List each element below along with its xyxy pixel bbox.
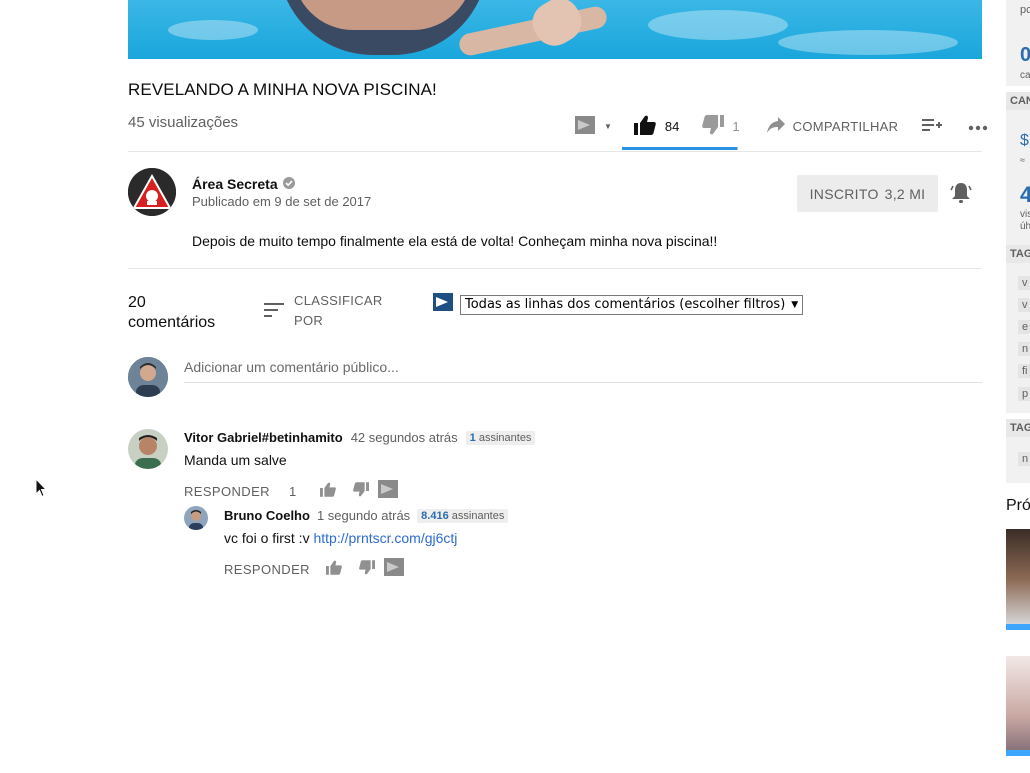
subscribe-label: INSCRITO bbox=[809, 185, 879, 202]
comment-header: Bruno Coelho 1 segundo atrás 8.416 assin… bbox=[224, 508, 509, 523]
thumbnail-progress bbox=[1006, 750, 1030, 756]
divider bbox=[128, 268, 982, 269]
share-icon[interactable] bbox=[766, 116, 785, 136]
share-button[interactable]: COMPARTILHAR bbox=[793, 119, 899, 134]
extension-flag-icon[interactable] bbox=[383, 558, 404, 581]
sidebar-text: vis bbox=[1020, 209, 1030, 220]
comment-avatar[interactable] bbox=[128, 429, 168, 469]
comment-time[interactable]: 1 segundo atrás bbox=[317, 508, 410, 523]
channel-avatar[interactable] bbox=[128, 168, 176, 216]
comment-count-label: comentários bbox=[128, 314, 216, 331]
filter-select[interactable]: Todas as linhas dos comentários (escolhe… bbox=[460, 294, 804, 315]
user-avatar bbox=[128, 357, 168, 397]
comment-time[interactable]: 42 segundos atrás bbox=[351, 430, 458, 445]
subscriber-badge: 8.416 assinantes bbox=[417, 508, 509, 523]
up-next-thumbnail[interactable] bbox=[1006, 656, 1030, 756]
mouse-cursor-icon bbox=[35, 477, 48, 503]
video-description: Depois de muito tempo finalmente ela est… bbox=[192, 233, 718, 249]
extension-flag-icon[interactable] bbox=[575, 115, 595, 137]
comment-count-number: 20 bbox=[128, 294, 146, 311]
comment-filter: Todas as linhas dos comentários (escolhe… bbox=[433, 293, 804, 316]
sidebar-tag[interactable]: v bbox=[1018, 298, 1030, 312]
sidebar-text: CAN bbox=[1010, 95, 1030, 107]
verified-icon bbox=[282, 176, 295, 192]
subscriber-badge-label: assinantes bbox=[451, 509, 505, 522]
sidebar-tag[interactable]: v bbox=[1018, 276, 1030, 290]
dropdown-arrow-icon: ▼ bbox=[791, 299, 799, 310]
comment-text-body: vc foi o first :v bbox=[224, 530, 310, 546]
thumbnail-progress bbox=[1006, 624, 1030, 630]
reply-button[interactable]: RESPONDER bbox=[184, 484, 270, 499]
like-count: 84 bbox=[664, 118, 680, 134]
sidebar-tag[interactable]: n bbox=[1018, 342, 1030, 356]
comment-author[interactable]: Vitor Gabriel#betinhamito bbox=[184, 430, 343, 445]
sort-by-button[interactable]: CLASSIFICAR POR bbox=[264, 291, 383, 331]
sidebar-tag[interactable]: e bbox=[1018, 320, 1030, 334]
notification-bell-icon[interactable] bbox=[949, 181, 973, 210]
comment-avatar[interactable] bbox=[184, 506, 208, 530]
sort-label-2: POR bbox=[294, 313, 324, 328]
subscriber-badge-count: 1 bbox=[469, 431, 476, 444]
sidebar-text: ca bbox=[1020, 70, 1030, 81]
extension-flag-icon bbox=[433, 293, 453, 316]
video-actions: ▼ 84 1 COMPARTILHAR bbox=[570, 112, 988, 140]
subscribe-button[interactable]: INSCRITO 3,2 MI bbox=[797, 175, 938, 212]
comment-text: vc foi o first :v http://prntscr.com/gj6… bbox=[224, 530, 457, 546]
up-next-thumbnail[interactable] bbox=[1006, 529, 1030, 630]
sidebar-tag[interactable]: p bbox=[1018, 387, 1030, 401]
thumbs-up-icon[interactable] bbox=[325, 560, 342, 580]
view-count: 45 visualizações bbox=[128, 114, 239, 131]
comment-count: 20 comentários bbox=[128, 293, 238, 333]
sidebar-text: 4 bbox=[1020, 182, 1030, 207]
thumbs-down-icon[interactable] bbox=[702, 114, 725, 138]
sidebar-text: $ bbox=[1020, 132, 1029, 149]
sort-icon bbox=[264, 291, 284, 331]
sort-label-1: CLASSIFICAR bbox=[294, 293, 383, 308]
caret-down-icon[interactable]: ▼ bbox=[604, 122, 612, 131]
add-comment-underline bbox=[184, 382, 982, 383]
dislike-count: 1 bbox=[732, 118, 740, 134]
sidebar-text: 0 bbox=[1020, 44, 1030, 66]
sidebar-text: TAG bbox=[1010, 248, 1030, 260]
sidebar-tag[interactable]: n bbox=[1018, 452, 1030, 466]
thumbs-up-icon[interactable] bbox=[319, 482, 336, 502]
extension-flag-icon[interactable] bbox=[377, 480, 398, 503]
subscriber-count: 3,2 MI bbox=[884, 185, 926, 202]
thumbs-down-icon[interactable] bbox=[359, 559, 375, 580]
comment-like-count: 1 bbox=[288, 484, 297, 499]
filter-select-value: Todas as linhas dos comentários (escolhe… bbox=[465, 296, 786, 312]
comment-author[interactable]: Bruno Coelho bbox=[224, 508, 310, 523]
thumbs-up-icon[interactable] bbox=[633, 115, 656, 138]
comment-actions: RESPONDER 1 bbox=[184, 480, 398, 503]
thumbs-down-icon[interactable] bbox=[352, 481, 369, 502]
sidebar-text: ≈ bbox=[1020, 155, 1025, 165]
add-to-playlist-icon[interactable] bbox=[922, 117, 943, 136]
sidebar-text: úh bbox=[1020, 221, 1030, 232]
sidebar-text: pc bbox=[1020, 4, 1030, 16]
subscriber-badge-count: 8.416 bbox=[421, 509, 449, 522]
channel-name[interactable]: Área Secreta bbox=[192, 176, 278, 192]
video-title: REVELANDO A MINHA NOVA PISCINA! bbox=[128, 80, 437, 99]
more-actions-icon[interactable] bbox=[968, 119, 988, 134]
video-player[interactable] bbox=[128, 0, 982, 59]
add-comment-input[interactable]: Adicionar um comentário público... bbox=[184, 359, 399, 375]
subscriber-badge: 1 assinantes bbox=[465, 430, 536, 445]
publish-date: Publicado em 9 de set de 2017 bbox=[192, 194, 372, 209]
right-sidebar: pc 0 ca CAN $ ≈ 4 vis úh TAG v v e n fi … bbox=[1006, 0, 1030, 773]
comment-actions: RESPONDER bbox=[224, 558, 404, 581]
comment-text: Manda um salve bbox=[184, 452, 287, 468]
up-next-label: Pró bbox=[1006, 497, 1030, 514]
comment-header: Vitor Gabriel#betinhamito 42 segundos at… bbox=[184, 430, 536, 445]
sidebar-text: TAG bbox=[1010, 422, 1030, 434]
comment-link[interactable]: http://prntscr.com/gj6ctj bbox=[313, 530, 457, 546]
reply-button[interactable]: RESPONDER bbox=[224, 562, 310, 577]
subscriber-badge-label: assinantes bbox=[478, 431, 532, 444]
sidebar-tag[interactable]: fi bbox=[1018, 364, 1030, 378]
like-ratio-bar bbox=[622, 147, 738, 150]
channel-name-row: Área Secreta bbox=[192, 176, 295, 192]
divider bbox=[128, 151, 982, 152]
